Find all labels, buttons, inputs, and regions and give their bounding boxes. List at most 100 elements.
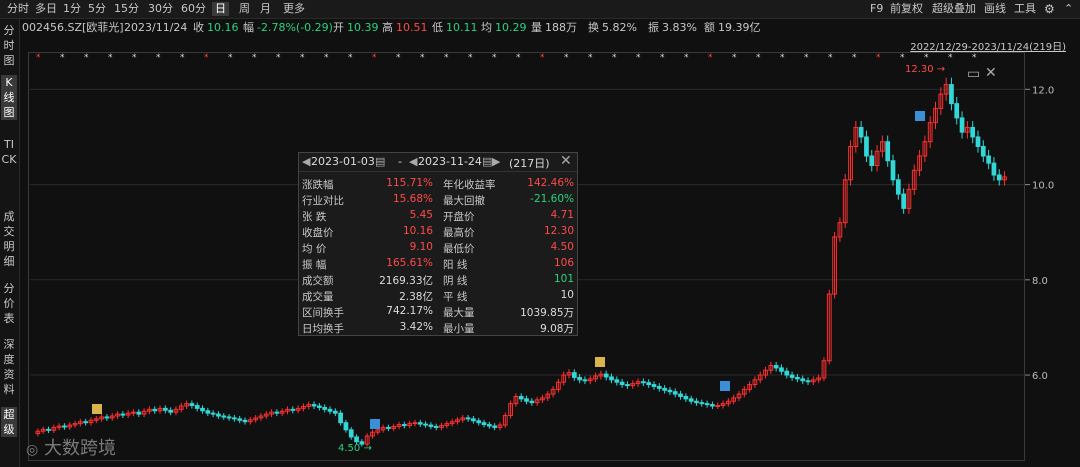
candle-body bbox=[715, 405, 721, 408]
y-tick-label: 12.0 bbox=[1032, 85, 1054, 96]
event-star-marker: * bbox=[948, 53, 953, 63]
candle-body bbox=[168, 409, 174, 413]
stat-label: 阳 线 bbox=[443, 259, 468, 271]
stat-label: 最高价 bbox=[443, 227, 475, 239]
watermark-text: 大数跨境 bbox=[43, 438, 116, 459]
candle-body bbox=[386, 426, 391, 429]
stat-label: 均 价 bbox=[302, 243, 327, 255]
candle-body bbox=[524, 398, 529, 402]
event-star-marker: * bbox=[444, 53, 449, 63]
candle-body bbox=[710, 404, 715, 407]
candle-body bbox=[237, 418, 243, 421]
event-star-marker: * bbox=[972, 53, 977, 63]
stat-value: 15.68% bbox=[392, 193, 433, 205]
candle-body bbox=[954, 103, 960, 119]
candle-body bbox=[200, 407, 205, 412]
candle-body bbox=[205, 410, 211, 414]
event-star-marker: * bbox=[420, 53, 425, 63]
candle-body bbox=[162, 407, 168, 411]
candle-body bbox=[885, 141, 891, 162]
stat-label: 最低价 bbox=[443, 243, 475, 255]
stats-row: 区间换手 742.17% 最大量 1039.85万 bbox=[299, 305, 577, 320]
candle-body bbox=[895, 179, 901, 195]
candle-body bbox=[423, 423, 428, 426]
stat-value: -21.60% bbox=[530, 193, 574, 205]
event-star-marker: * bbox=[84, 53, 89, 63]
candle-body bbox=[332, 410, 338, 414]
next-arrow-icon[interactable]: ▶ bbox=[492, 155, 500, 168]
candle-body bbox=[970, 126, 976, 138]
event-star-marker: * bbox=[564, 53, 569, 63]
prev-arrow-icon[interactable]: ◀ bbox=[302, 155, 310, 168]
candle-body bbox=[417, 422, 423, 425]
close-icon[interactable]: ✕ bbox=[560, 153, 572, 169]
candle-body bbox=[996, 174, 1002, 181]
stats-row: 行业对比 15.68% 最大回撤 -21.60% bbox=[299, 193, 577, 208]
candle-body bbox=[858, 126, 864, 138]
start-date[interactable]: 2023-01-03 bbox=[311, 155, 375, 168]
event-star-marker: * bbox=[612, 53, 617, 63]
candle-body bbox=[327, 408, 333, 412]
candle-body bbox=[194, 405, 200, 409]
candle-body bbox=[518, 395, 524, 400]
candle-body bbox=[104, 416, 110, 419]
candle-body bbox=[338, 412, 343, 424]
stats-row: 收盘价 10.16 最高价 12.30 bbox=[299, 225, 577, 240]
candle-body bbox=[651, 384, 657, 387]
stats-row: 成交额 2169.33亿阴 线 101 bbox=[299, 273, 577, 288]
event-star-marker: * bbox=[804, 53, 809, 63]
calendar-icon[interactable]: ▤ bbox=[375, 155, 385, 168]
candle-body bbox=[476, 420, 482, 424]
candle-body bbox=[571, 372, 577, 378]
candle-body bbox=[62, 425, 67, 428]
candle-body bbox=[694, 400, 699, 404]
close-icon[interactable]: ✕ bbox=[985, 65, 997, 81]
stat-value: 1039.85万 bbox=[520, 307, 574, 319]
event-star-marker: * bbox=[324, 53, 329, 63]
event-star-marker: * bbox=[300, 53, 305, 63]
stat-value: 2.38亿 bbox=[399, 291, 433, 303]
candle-body bbox=[210, 412, 216, 415]
event-star-marker: * bbox=[228, 53, 233, 63]
candle-body bbox=[609, 376, 614, 381]
candle-body bbox=[603, 373, 609, 378]
candle-body bbox=[433, 425, 439, 428]
popup-header: ◀ 2023-01-03 ▤ - ◀ 2023-11-24 ▤ ▶ (217日)… bbox=[299, 153, 577, 172]
stat-value: 12.30 bbox=[543, 225, 574, 237]
candle-body bbox=[890, 160, 896, 181]
end-date[interactable]: 2023-11-24 bbox=[418, 155, 482, 168]
stat-label: 阴 线 bbox=[443, 275, 468, 287]
candle-body bbox=[348, 429, 354, 438]
event-star-marker: * bbox=[684, 53, 689, 63]
candle-body bbox=[688, 398, 694, 402]
event-star-marker: * bbox=[60, 53, 65, 63]
event-star-marker: * bbox=[276, 53, 281, 63]
candle-body bbox=[901, 193, 906, 209]
event-star-marker: * bbox=[468, 53, 473, 63]
event-badge bbox=[92, 404, 102, 414]
event-star-marker: * bbox=[900, 53, 905, 63]
candle-body bbox=[779, 367, 784, 372]
candle-body bbox=[864, 136, 869, 157]
event-star-marker: * bbox=[924, 53, 929, 63]
event-star-marker: * bbox=[828, 53, 833, 63]
candle-body bbox=[242, 419, 248, 423]
event-star-marker: * bbox=[588, 53, 593, 63]
stat-label: 行业对比 bbox=[302, 195, 344, 207]
event-badge bbox=[720, 381, 730, 391]
candle-body bbox=[290, 408, 296, 411]
candle-body bbox=[343, 422, 349, 431]
high-annotation: 12.30 → bbox=[905, 64, 945, 75]
window-icon[interactable]: ▭ bbox=[967, 66, 980, 82]
calendar-icon[interactable]: ▤ bbox=[482, 155, 492, 168]
stats-row: 振 幅 165.61% 阳 线 106 bbox=[299, 257, 577, 272]
event-star-marker: * bbox=[36, 53, 41, 63]
candle-body bbox=[991, 162, 997, 176]
prev-arrow-icon[interactable]: ◀ bbox=[409, 155, 417, 168]
candle-body bbox=[949, 84, 954, 105]
y-tick-label: 6.0 bbox=[1032, 371, 1048, 382]
stat-value: 9.10 bbox=[409, 241, 433, 253]
candle-body bbox=[986, 155, 991, 164]
event-badge bbox=[370, 419, 380, 429]
candle-body bbox=[678, 393, 683, 397]
